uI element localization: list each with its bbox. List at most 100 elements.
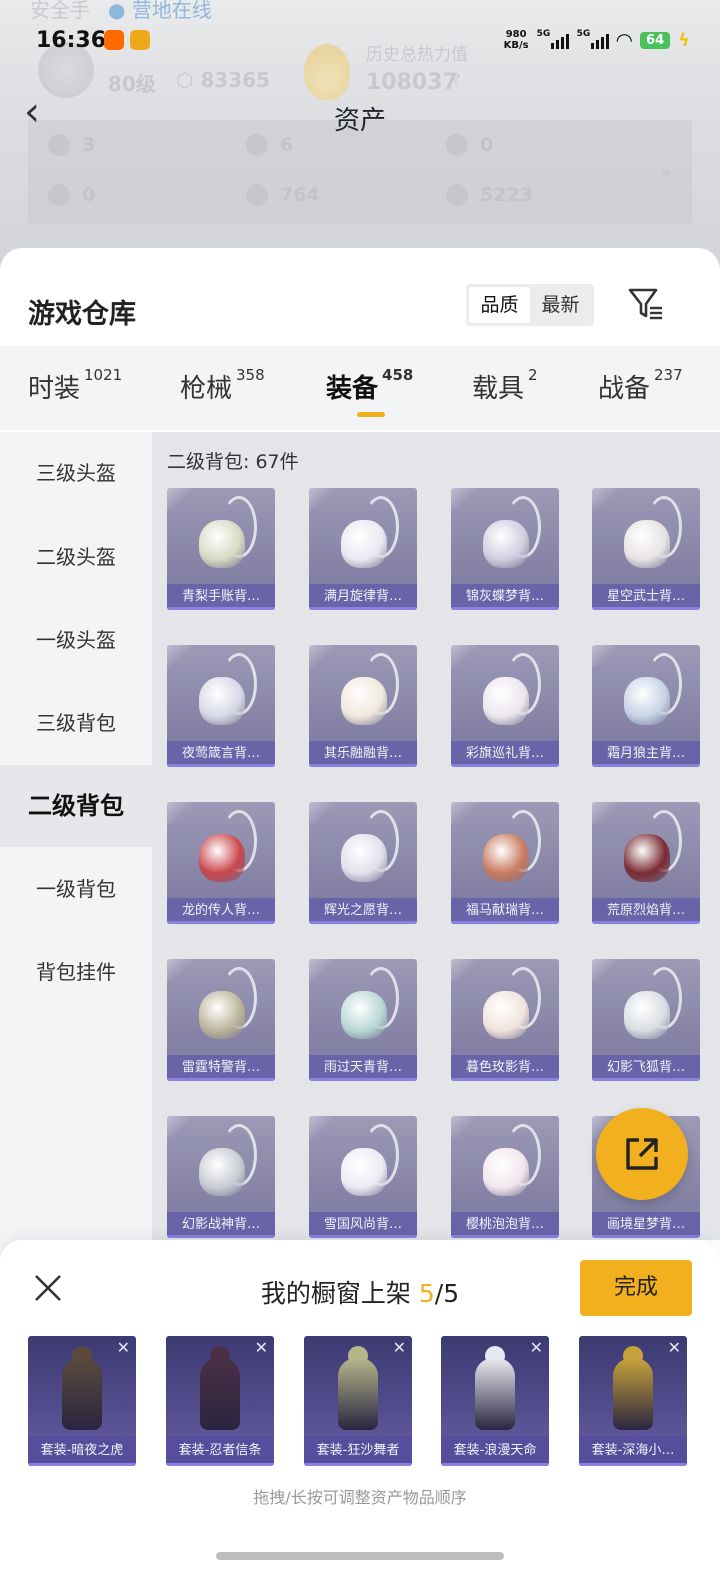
selection-check-icon xyxy=(167,488,193,510)
sidebar-item-level1-backpack[interactable]: 一级背包 xyxy=(0,848,152,930)
tab-vehicles[interactable]: 载具 2 xyxy=(472,366,538,405)
item-card-label: 雨过天青背… xyxy=(309,1055,417,1081)
asset-silver-icon xyxy=(246,184,268,206)
showcase-slot[interactable]: ✕ 套装-狂沙舞者 xyxy=(304,1336,412,1466)
remove-slot-icon[interactable]: ✕ xyxy=(668,1340,681,1356)
asset-token-icon xyxy=(446,134,468,156)
network-type: 5G xyxy=(576,29,591,39)
online-status-text: 营地在线 xyxy=(131,0,212,22)
tab-equipment[interactable]: 装备 458 xyxy=(326,366,413,405)
done-button[interactable]: 完成 xyxy=(580,1260,692,1316)
tab-fashion[interactable]: 时装 1021 xyxy=(28,366,123,405)
selection-check-icon xyxy=(309,1116,335,1138)
player-level: 80级 xyxy=(108,72,156,96)
item-card-label: 雪国风尚背… xyxy=(309,1212,417,1238)
item-card[interactable]: 星空武士背… xyxy=(592,488,700,610)
item-card[interactable]: 夜莺箴言背… xyxy=(167,645,275,767)
network-speed-value: 980 xyxy=(505,29,527,40)
asset-bronze-icon xyxy=(446,184,468,206)
backpack-icon xyxy=(624,520,670,568)
item-card[interactable]: 雷霆特警背… xyxy=(167,959,275,1081)
remove-slot-icon[interactable]: ✕ xyxy=(255,1340,268,1356)
remove-slot-icon[interactable]: ✕ xyxy=(530,1340,543,1356)
signal-icon: 5G xyxy=(576,29,609,49)
showcase-slot-label: 套装-深海小… xyxy=(579,1436,687,1466)
item-card[interactable]: 雨过天青背… xyxy=(309,959,417,1081)
sidebar-item-level3-helmet[interactable]: 三级头盔 xyxy=(0,432,152,514)
item-card[interactable]: 龙的传人背… xyxy=(167,802,275,924)
item-card-label: 福马献瑞背… xyxy=(451,898,559,924)
selection-check-icon xyxy=(309,645,335,667)
asset-card-icon xyxy=(48,134,70,156)
tab-supplies[interactable]: 战备 237 xyxy=(598,366,683,405)
share-button[interactable] xyxy=(596,1108,688,1200)
status-bar: 16:36 980 KB/s 5G 5G ◠ 64 ϟ xyxy=(0,22,720,62)
item-card[interactable]: 幻影战神背… xyxy=(167,1116,275,1238)
asset-more-icon[interactable]: » xyxy=(660,160,672,184)
showcase-slot[interactable]: ✕ 套装-浪漫天命 xyxy=(441,1336,549,1466)
item-card[interactable]: 辉光之愿背… xyxy=(309,802,417,924)
item-card[interactable]: 幻影飞狐背… xyxy=(592,959,700,1081)
tab-weapons[interactable]: 枪械 358 xyxy=(180,366,265,405)
sidebar-item-level2-backpack[interactable]: 二级背包 xyxy=(0,765,152,847)
outfit-figure-icon xyxy=(200,1358,240,1430)
item-card[interactable]: 满月旋律背… xyxy=(309,488,417,610)
item-card[interactable]: 雪国风尚背… xyxy=(309,1116,417,1238)
item-card-label: 满月旋律背… xyxy=(309,584,417,610)
selection-check-icon xyxy=(309,959,335,981)
item-card[interactable]: 霜月狼主背… xyxy=(592,645,700,767)
tab-label: 装备 xyxy=(326,374,379,404)
item-card[interactable]: 樱桃泡泡背… xyxy=(451,1116,559,1238)
item-card[interactable]: 暮色玫影背… xyxy=(451,959,559,1081)
sort-latest-option[interactable]: 最新 xyxy=(530,287,591,323)
item-card-label: 星空武士背… xyxy=(592,584,700,610)
asset-item: 5223 xyxy=(446,184,533,206)
backpack-icon xyxy=(483,834,529,882)
selection-check-icon xyxy=(451,488,477,510)
page-title: 资产 xyxy=(333,106,386,136)
selection-check-icon xyxy=(451,645,477,667)
item-card-label: 夜莺箴言背… xyxy=(167,741,275,767)
network-speed-unit: KB/s xyxy=(503,40,529,51)
showcase-slot[interactable]: ✕ 套装-忍者信条 xyxy=(166,1336,274,1466)
selection-check-icon xyxy=(309,802,335,824)
tab-label: 时装 xyxy=(28,374,81,404)
backpack-icon xyxy=(341,991,387,1039)
backpack-icon xyxy=(341,834,387,882)
item-card-label: 荒原烈焰背… xyxy=(592,898,700,924)
item-card[interactable]: 荒原烈焰背… xyxy=(592,802,700,924)
asset-value: 3 xyxy=(82,134,96,156)
help-icon[interactable]: ? xyxy=(452,70,461,89)
item-card[interactable]: 彩旗巡礼背… xyxy=(451,645,559,767)
showcase-slot[interactable]: ✕ 套装-暗夜之虎 xyxy=(28,1336,136,1466)
item-card[interactable]: 锦灰蝶梦背… xyxy=(451,488,559,610)
sidebar-item-level3-backpack[interactable]: 三级背包 xyxy=(0,682,152,764)
item-card[interactable]: 其乐融融背… xyxy=(309,645,417,767)
home-indicator[interactable] xyxy=(216,1552,504,1560)
selection-check-icon xyxy=(451,959,477,981)
backpack-icon xyxy=(483,991,529,1039)
item-card[interactable]: 青梨手账背… xyxy=(167,488,275,610)
showcase-slot[interactable]: ✕ 套装-深海小… xyxy=(579,1336,687,1466)
remove-slot-icon[interactable]: ✕ xyxy=(393,1340,406,1356)
tab-count: 1021 xyxy=(84,366,123,384)
battery-indicator: 64 xyxy=(640,31,671,49)
asset-item: 764 xyxy=(246,184,320,206)
sidebar-item-level2-helmet[interactable]: 二级头盔 xyxy=(0,516,152,598)
sidebar-item-level1-helmet[interactable]: 一级头盔 xyxy=(0,599,152,681)
backpack-icon xyxy=(483,1148,529,1196)
tab-label: 战备 xyxy=(598,374,651,404)
sidebar-item-backpack-charm[interactable]: 背包挂件 xyxy=(0,931,152,1013)
selection-check-icon xyxy=(592,959,618,981)
item-card-label: 青梨手账背… xyxy=(167,584,275,610)
tab-count: 358 xyxy=(236,366,265,384)
item-card-label: 画境星梦背… xyxy=(592,1212,700,1238)
backpack-icon xyxy=(199,520,245,568)
item-card-label: 龙的传人背… xyxy=(167,898,275,924)
asset-item: 3 xyxy=(48,134,95,156)
item-card[interactable]: 福马献瑞背… xyxy=(451,802,559,924)
remove-slot-icon[interactable]: ✕ xyxy=(117,1340,130,1356)
backpack-icon xyxy=(483,677,529,725)
filter-button[interactable] xyxy=(626,284,666,324)
sort-quality-option[interactable]: 品质 xyxy=(469,287,530,323)
